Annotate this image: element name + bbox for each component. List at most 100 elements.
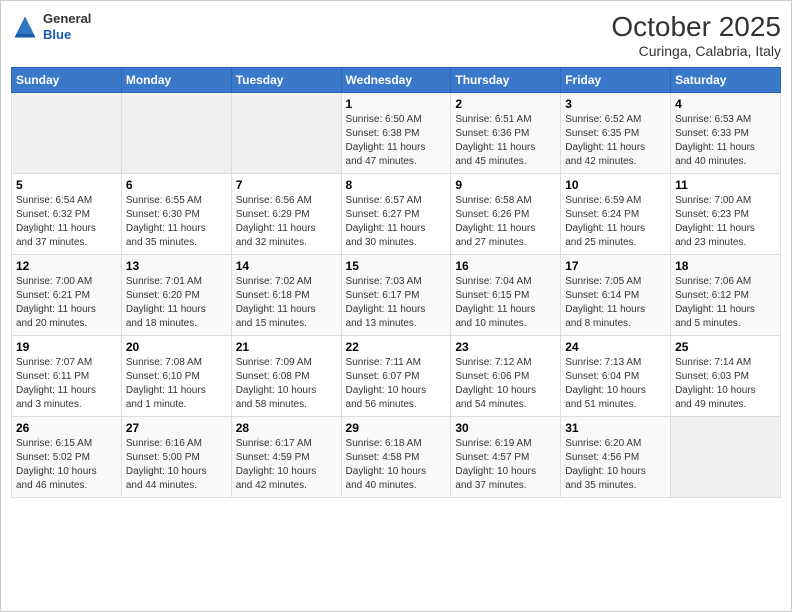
weekday-header-thursday: Thursday [451,68,561,93]
day-info: Sunrise: 7:08 AMSunset: 6:10 PMDaylight:… [126,356,227,412]
day-info: Sunrise: 7:11 AMSunset: 6:07 PMDaylight:… [346,356,447,412]
day-number: 19 [16,340,117,354]
day-number: 23 [455,340,556,354]
day-number: 11 [675,178,776,192]
day-number: 3 [565,97,666,111]
day-number: 26 [16,421,117,435]
calendar-cell: 24 Sunrise: 7:13 AMSunset: 6:04 PMDayligh… [561,336,671,417]
day-number: 2 [455,97,556,111]
day-number: 25 [675,340,776,354]
calendar-header-row: SundayMondayTuesdayWednesdayThursdayFrid… [12,68,781,93]
calendar-cell: 22 Sunrise: 7:11 AMSunset: 6:07 PMDayligh… [341,336,451,417]
calendar-cell: 6 Sunrise: 6:55 AMSunset: 6:30 PMDaylight… [121,174,231,255]
calendar-cell: 27 Sunrise: 6:16 AMSunset: 5:00 PMDayligh… [121,417,231,498]
day-info: Sunrise: 7:13 AMSunset: 6:04 PMDaylight:… [565,356,666,412]
day-info: Sunrise: 6:51 AMSunset: 6:36 PMDaylight:… [455,113,556,169]
logo: General Blue [11,11,91,42]
day-info: Sunrise: 6:56 AMSunset: 6:29 PMDaylight:… [236,194,337,250]
day-info: Sunrise: 7:01 AMSunset: 6:20 PMDaylight:… [126,275,227,331]
calendar-week-1: 1 Sunrise: 6:50 AMSunset: 6:38 PMDaylight… [12,93,781,174]
day-number: 8 [346,178,447,192]
calendar-cell: 2 Sunrise: 6:51 AMSunset: 6:36 PMDaylight… [451,93,561,174]
day-number: 22 [346,340,447,354]
day-info: Sunrise: 6:57 AMSunset: 6:27 PMDaylight:… [346,194,447,250]
day-number: 7 [236,178,337,192]
day-info: Sunrise: 6:59 AMSunset: 6:24 PMDaylight:… [565,194,666,250]
day-info: Sunrise: 7:03 AMSunset: 6:17 PMDaylight:… [346,275,447,331]
calendar-cell [121,93,231,174]
day-number: 14 [236,259,337,273]
calendar-table: SundayMondayTuesdayWednesdayThursdayFrid… [11,67,781,498]
page: General Blue October 2025 Curinga, Calab… [0,0,792,612]
day-number: 20 [126,340,227,354]
day-number: 30 [455,421,556,435]
day-info: Sunrise: 6:58 AMSunset: 6:26 PMDaylight:… [455,194,556,250]
logo-blue: Blue [43,27,91,43]
weekday-header-friday: Friday [561,68,671,93]
day-info: Sunrise: 7:05 AMSunset: 6:14 PMDaylight:… [565,275,666,331]
day-info: Sunrise: 7:04 AMSunset: 6:15 PMDaylight:… [455,275,556,331]
weekday-header-wednesday: Wednesday [341,68,451,93]
weekday-header-monday: Monday [121,68,231,93]
calendar-cell: 29Sunrise: 6:18 AMSunset: 4:58 PMDayligh… [341,417,451,498]
day-number: 31 [565,421,666,435]
day-info: Sunrise: 6:55 AMSunset: 6:30 PMDaylight:… [126,194,227,250]
calendar-cell: 23 Sunrise: 7:12 AMSunset: 6:06 PMDayligh… [451,336,561,417]
day-info: Sunrise: 7:09 AMSunset: 6:08 PMDaylight:… [236,356,337,412]
weekday-header-tuesday: Tuesday [231,68,341,93]
logo-general: General [43,11,91,27]
day-info: Sunrise: 7:00 AMSunset: 6:23 PMDaylight:… [675,194,776,250]
weekday-header-saturday: Saturday [671,68,781,93]
calendar-cell: 1 Sunrise: 6:50 AMSunset: 6:38 PMDaylight… [341,93,451,174]
day-info: Sunrise: 6:18 AMSunset: 4:58 PMDaylight:… [346,437,447,493]
day-number: 16 [455,259,556,273]
calendar-cell: 25Sunrise: 7:14 AMSunset: 6:03 PMDayligh… [671,336,781,417]
calendar-cell: 30Sunrise: 6:19 AMSunset: 4:57 PMDayligh… [451,417,561,498]
calendar-week-4: 19 Sunrise: 7:07 AMSunset: 6:11 PMDayligh… [12,336,781,417]
day-number: 27 [126,421,227,435]
day-info: Sunrise: 7:12 AMSunset: 6:06 PMDaylight:… [455,356,556,412]
day-info: Sunrise: 7:06 AMSunset: 6:12 PMDaylight:… [675,275,776,331]
calendar-cell [671,417,781,498]
day-info: Sunrise: 7:00 AMSunset: 6:21 PMDaylight:… [16,275,117,331]
day-number: 28 [236,421,337,435]
calendar-cell: 28 Sunrise: 6:17 AMSunset: 4:59 PMDayligh… [231,417,341,498]
day-number: 24 [565,340,666,354]
calendar-cell: 17 Sunrise: 7:05 AMSunset: 6:14 PMDayligh… [561,255,671,336]
logo-text: General Blue [43,11,91,42]
calendar-cell: 15 Sunrise: 7:03 AMSunset: 6:17 PMDayligh… [341,255,451,336]
calendar-week-2: 5Sunrise: 6:54 AMSunset: 6:32 PMDaylight… [12,174,781,255]
day-info: Sunrise: 6:52 AMSunset: 6:35 PMDaylight:… [565,113,666,169]
calendar-subtitle: Curinga, Calabria, Italy [611,43,781,59]
day-number: 21 [236,340,337,354]
calendar-cell: 21 Sunrise: 7:09 AMSunset: 6:08 PMDayligh… [231,336,341,417]
calendar-cell [12,93,122,174]
calendar-cell [231,93,341,174]
day-info: Sunrise: 6:15 AMSunset: 5:02 PMDaylight:… [16,437,117,493]
day-number: 6 [126,178,227,192]
calendar-title: October 2025 [611,11,781,43]
calendar-cell: 31 Sunrise: 6:20 AMSunset: 4:56 PMDayligh… [561,417,671,498]
calendar-cell: 9Sunrise: 6:58 AMSunset: 6:26 PMDaylight… [451,174,561,255]
day-info: Sunrise: 6:17 AMSunset: 4:59 PMDaylight:… [236,437,337,493]
weekday-header-sunday: Sunday [12,68,122,93]
day-info: Sunrise: 6:50 AMSunset: 6:38 PMDaylight:… [346,113,447,169]
day-info: Sunrise: 6:16 AMSunset: 5:00 PMDaylight:… [126,437,227,493]
logo-icon [11,13,39,41]
calendar-week-3: 12Sunrise: 7:00 AMSunset: 6:21 PMDayligh… [12,255,781,336]
day-number: 4 [675,97,776,111]
day-info: Sunrise: 7:07 AMSunset: 6:11 PMDaylight:… [16,356,117,412]
day-number: 1 [346,97,447,111]
calendar-cell: 26 Sunrise: 6:15 AMSunset: 5:02 PMDayligh… [12,417,122,498]
title-block: October 2025 Curinga, Calabria, Italy [611,11,781,59]
day-info: Sunrise: 7:02 AMSunset: 6:18 PMDaylight:… [236,275,337,331]
calendar-cell: 14 Sunrise: 7:02 AMSunset: 6:18 PMDayligh… [231,255,341,336]
calendar-cell: 3 Sunrise: 6:52 AMSunset: 6:35 PMDaylight… [561,93,671,174]
day-number: 15 [346,259,447,273]
day-info: Sunrise: 6:20 AMSunset: 4:56 PMDaylight:… [565,437,666,493]
day-number: 13 [126,259,227,273]
day-number: 17 [565,259,666,273]
calendar-cell: 5Sunrise: 6:54 AMSunset: 6:32 PMDaylight… [12,174,122,255]
calendar-cell: 12Sunrise: 7:00 AMSunset: 6:21 PMDayligh… [12,255,122,336]
calendar-cell: 8 Sunrise: 6:57 AMSunset: 6:27 PMDaylight… [341,174,451,255]
